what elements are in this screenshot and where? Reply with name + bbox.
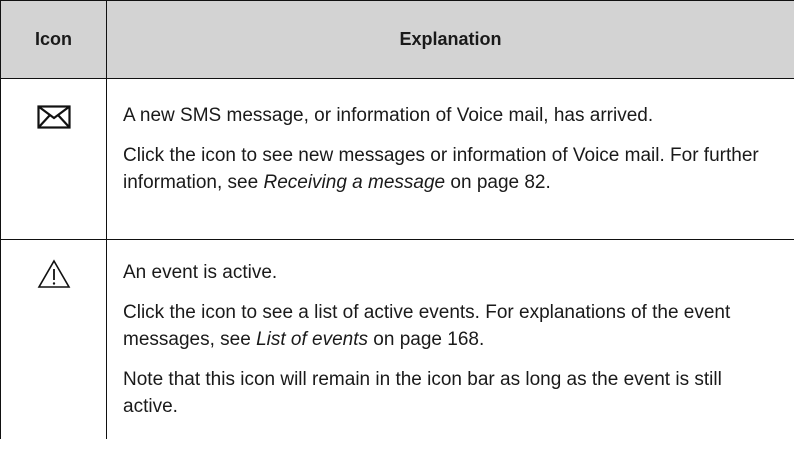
explanation-paragraph: A new SMS message, or information of Voi… <box>123 105 654 126</box>
explanation-paragraph: Click the icon to see new messages or in… <box>123 142 780 196</box>
explanation-cell: A new SMS message, or information of Voi… <box>106 78 794 240</box>
explanation-cell: An event is active. Click the icon to se… <box>106 239 794 439</box>
icon-column-header: Icon <box>0 0 107 79</box>
explanation-paragraph: An event is active. <box>123 262 278 283</box>
table-row: A new SMS message, or information of Voi… <box>0 78 794 240</box>
cross-reference-link[interactable]: Receiving a message <box>263 172 445 193</box>
table-header-row: Icon Explanation <box>0 0 794 79</box>
warning-triangle-icon <box>1 259 106 289</box>
document-page: Icon Explanation A new SMS message, or i… <box>0 0 794 462</box>
explanation-paragraph: Note that this icon will remain in the i… <box>123 369 722 417</box>
icon-explanation-table: Icon Explanation A new SMS message, or i… <box>0 0 794 439</box>
explanation-column-header: Explanation <box>106 0 794 79</box>
cross-reference-link[interactable]: List of events <box>256 329 368 350</box>
table-row: An event is active. Click the icon to se… <box>0 239 794 439</box>
envelope-icon <box>1 105 106 129</box>
explanation-paragraph: Click the icon to see a list of active e… <box>123 299 780 353</box>
icon-cell <box>0 239 107 439</box>
paragraph-text: on page 82. <box>445 172 551 193</box>
icon-cell <box>0 78 107 240</box>
paragraph-text: on page 168. <box>368 329 485 350</box>
